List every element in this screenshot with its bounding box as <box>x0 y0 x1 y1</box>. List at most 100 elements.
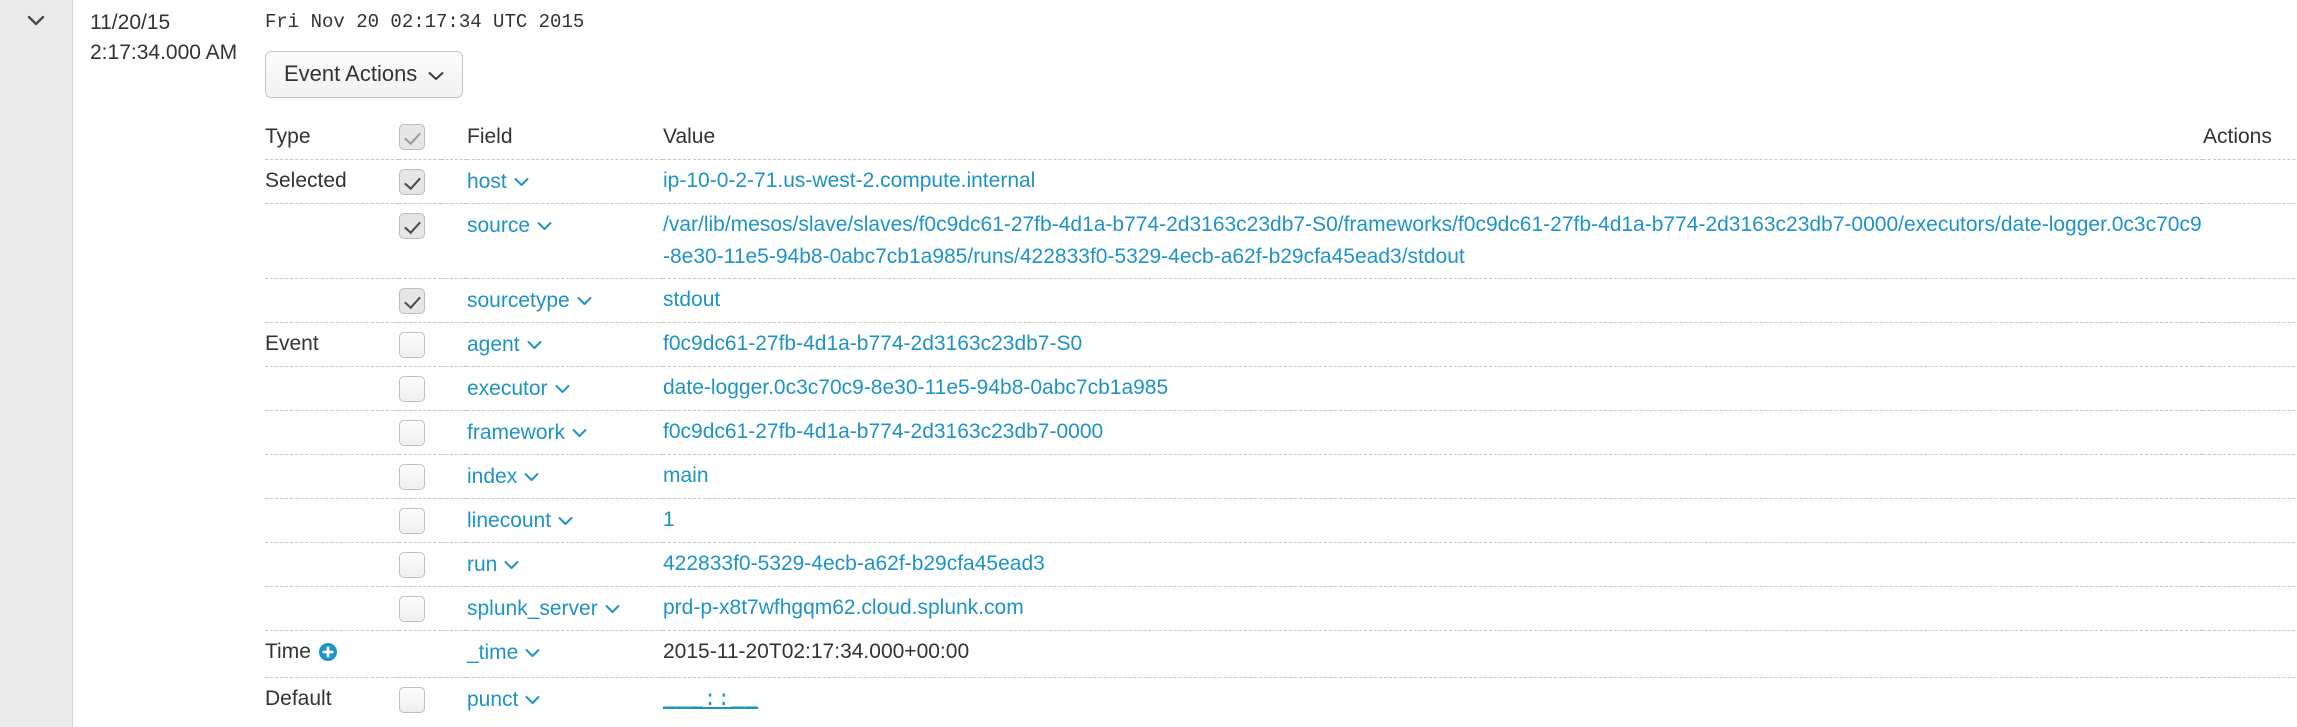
field-value-executor[interactable]: date-logger.0c3c70c9-8e30-11e5-94b8-0abc… <box>663 376 1168 399</box>
field-select-checkbox-run[interactable] <box>399 551 425 578</box>
field-name-link-host[interactable]: host <box>467 170 507 193</box>
event-detail-row: 11/20/15 2:17:34.000 AM Fri Nov 20 02:17… <box>0 0 2297 727</box>
row-spacer <box>441 454 467 499</box>
field-value-run[interactable]: 422833f0-5329-4ecb-a62f-b29cfa45ead3 <box>663 552 1045 575</box>
field-name-link-_time[interactable]: _time <box>467 641 518 664</box>
field-actions-cell <box>2203 677 2297 723</box>
field-select-checkbox-source[interactable] <box>399 212 425 239</box>
field-value-cell: main <box>663 454 2203 499</box>
field-name-link-source[interactable]: source <box>467 214 530 237</box>
field-name-link-index[interactable]: index <box>467 465 517 488</box>
field-name-link-linecount[interactable]: linecount <box>467 509 551 532</box>
select-all-checkbox-cell <box>399 124 441 160</box>
field-value-host[interactable]: ip-10-0-2-71.us-west-2.compute.internal <box>663 169 1035 192</box>
column-header-field: Field <box>467 125 513 149</box>
event-expand-gutter <box>0 0 73 727</box>
field-name-cell: index <box>467 454 663 499</box>
field-actions-cell <box>2203 203 2297 279</box>
field-value-index[interactable]: main <box>663 464 709 487</box>
chevron-down-icon[interactable] <box>572 416 587 448</box>
field-name-cell: host <box>467 159 663 204</box>
field-name-link-run[interactable]: run <box>467 553 497 576</box>
field-select-checkbox-sourcetype[interactable] <box>399 287 425 314</box>
field-select-checkbox-index[interactable] <box>399 463 425 490</box>
field-name-link-sourcetype[interactable]: sourcetype <box>467 289 570 312</box>
field-name-cell: sourcetype <box>467 278 663 323</box>
field-type-label: Selected <box>265 169 347 193</box>
field-type-label: Event <box>265 332 319 356</box>
event-time: 2:17:34.000 AM <box>90 41 238 64</box>
field-select-checkbox-agent[interactable] <box>399 331 425 358</box>
field-value-cell: f0c9dc61-27fb-4d1a-b774-2d3163c23db7-S0 <box>663 322 2203 367</box>
chevron-down-icon[interactable] <box>514 165 529 197</box>
field-checkbox-cell <box>399 542 441 587</box>
field-name-link-splunk_server[interactable]: splunk_server <box>467 597 598 620</box>
expand-collapse-chevron-icon[interactable] <box>24 8 48 32</box>
field-type-cell <box>265 278 399 323</box>
field-checkbox-cell <box>399 498 441 543</box>
field-select-checkbox-framework[interactable] <box>399 419 425 446</box>
field-checkbox-cell <box>399 322 441 367</box>
field-value-linecount[interactable]: 1 <box>663 508 675 531</box>
chevron-down-icon[interactable] <box>527 328 542 360</box>
chevron-down-icon[interactable] <box>504 548 519 580</box>
field-actions-cell <box>2203 366 2297 411</box>
field-table-header-row: Type Field Value Actions <box>265 124 2297 160</box>
field-value-sourcetype[interactable]: stdout <box>663 288 720 311</box>
field-name-cell: agent <box>467 322 663 367</box>
field-select-checkbox-linecount[interactable] <box>399 507 425 534</box>
field-checkbox-cell <box>399 278 441 323</box>
chevron-down-icon[interactable] <box>525 683 540 715</box>
plus-circle-icon[interactable] <box>318 640 338 672</box>
field-table-row: run 422833f0-5329-4ecb-a62f-b29cfa45ead3 <box>265 542 2297 587</box>
field-checkbox-cell <box>399 366 441 411</box>
field-value-cell: 1 <box>663 498 2203 543</box>
field-value-punct[interactable]: ___::__ <box>663 689 758 712</box>
field-select-checkbox-splunk_server[interactable] <box>399 595 425 622</box>
field-actions-cell <box>2203 454 2297 499</box>
select-all-checkbox[interactable] <box>399 124 425 151</box>
field-type-cell <box>265 366 399 411</box>
field-value-source[interactable]: /var/lib/mesos/slave/slaves/f0c9dc61-27f… <box>663 213 2202 268</box>
field-select-checkbox-punct[interactable] <box>399 686 425 713</box>
event-actions-button[interactable]: Event Actions <box>265 51 464 98</box>
field-type-cell: Event <box>265 322 399 367</box>
field-name-cell: run <box>467 542 663 587</box>
chevron-down-icon[interactable] <box>555 372 570 404</box>
chevron-down-icon[interactable] <box>525 636 540 668</box>
header-spacer <box>441 124 467 160</box>
field-actions-cell <box>2203 278 2297 323</box>
field-value-cell: ip-10-0-2-71.us-west-2.compute.internal <box>663 159 2203 204</box>
field-name-link-agent[interactable]: agent <box>467 333 520 356</box>
chevron-down-icon[interactable] <box>537 209 552 241</box>
field-value-agent[interactable]: f0c9dc61-27fb-4d1a-b774-2d3163c23db7-S0 <box>663 332 1082 355</box>
field-actions-cell <box>2203 586 2297 631</box>
chevron-down-icon[interactable] <box>577 284 592 316</box>
field-value-_time: 2015-11-20T02:17:34.000+00:00 <box>663 640 970 664</box>
field-name-link-executor[interactable]: executor <box>467 377 548 400</box>
chevron-down-icon[interactable] <box>524 460 539 492</box>
chevron-down-icon[interactable] <box>558 504 573 536</box>
row-spacer <box>441 159 467 204</box>
field-value-splunk_server[interactable]: prd-p-x8t7wfhgqm62.cloud.splunk.com <box>663 596 1024 619</box>
field-actions-cell <box>2203 542 2297 587</box>
field-value-framework[interactable]: f0c9dc61-27fb-4d1a-b774-2d3163c23db7-000… <box>663 420 1103 443</box>
field-value-cell: f0c9dc61-27fb-4d1a-b774-2d3163c23db7-000… <box>663 410 2203 455</box>
field-value-cell: prd-p-x8t7wfhgqm62.cloud.splunk.com <box>663 586 2203 631</box>
field-value-cell: stdout <box>663 278 2203 323</box>
field-select-checkbox-host[interactable] <box>399 168 425 195</box>
field-actions-cell <box>2203 498 2297 543</box>
row-spacer <box>441 278 467 323</box>
field-name-link-framework[interactable]: framework <box>467 421 565 444</box>
chevron-down-icon[interactable] <box>605 592 620 624</box>
column-header-value: Value <box>663 125 716 149</box>
field-type-cell <box>265 586 399 631</box>
field-table-row: splunk_server prd-p-x8t7wfhgqm62.cloud.sp… <box>265 586 2297 631</box>
field-table-row: Time _time 2015-11-20T02:17:34.000+00:00 <box>265 630 2297 678</box>
field-checkbox-cell <box>399 203 441 279</box>
field-actions-cell <box>2203 322 2297 367</box>
field-select-checkbox-executor[interactable] <box>399 375 425 402</box>
field-checkbox-cell <box>399 630 441 678</box>
field-name-cell: splunk_server <box>467 586 663 631</box>
field-name-link-punct[interactable]: punct <box>467 688 518 711</box>
